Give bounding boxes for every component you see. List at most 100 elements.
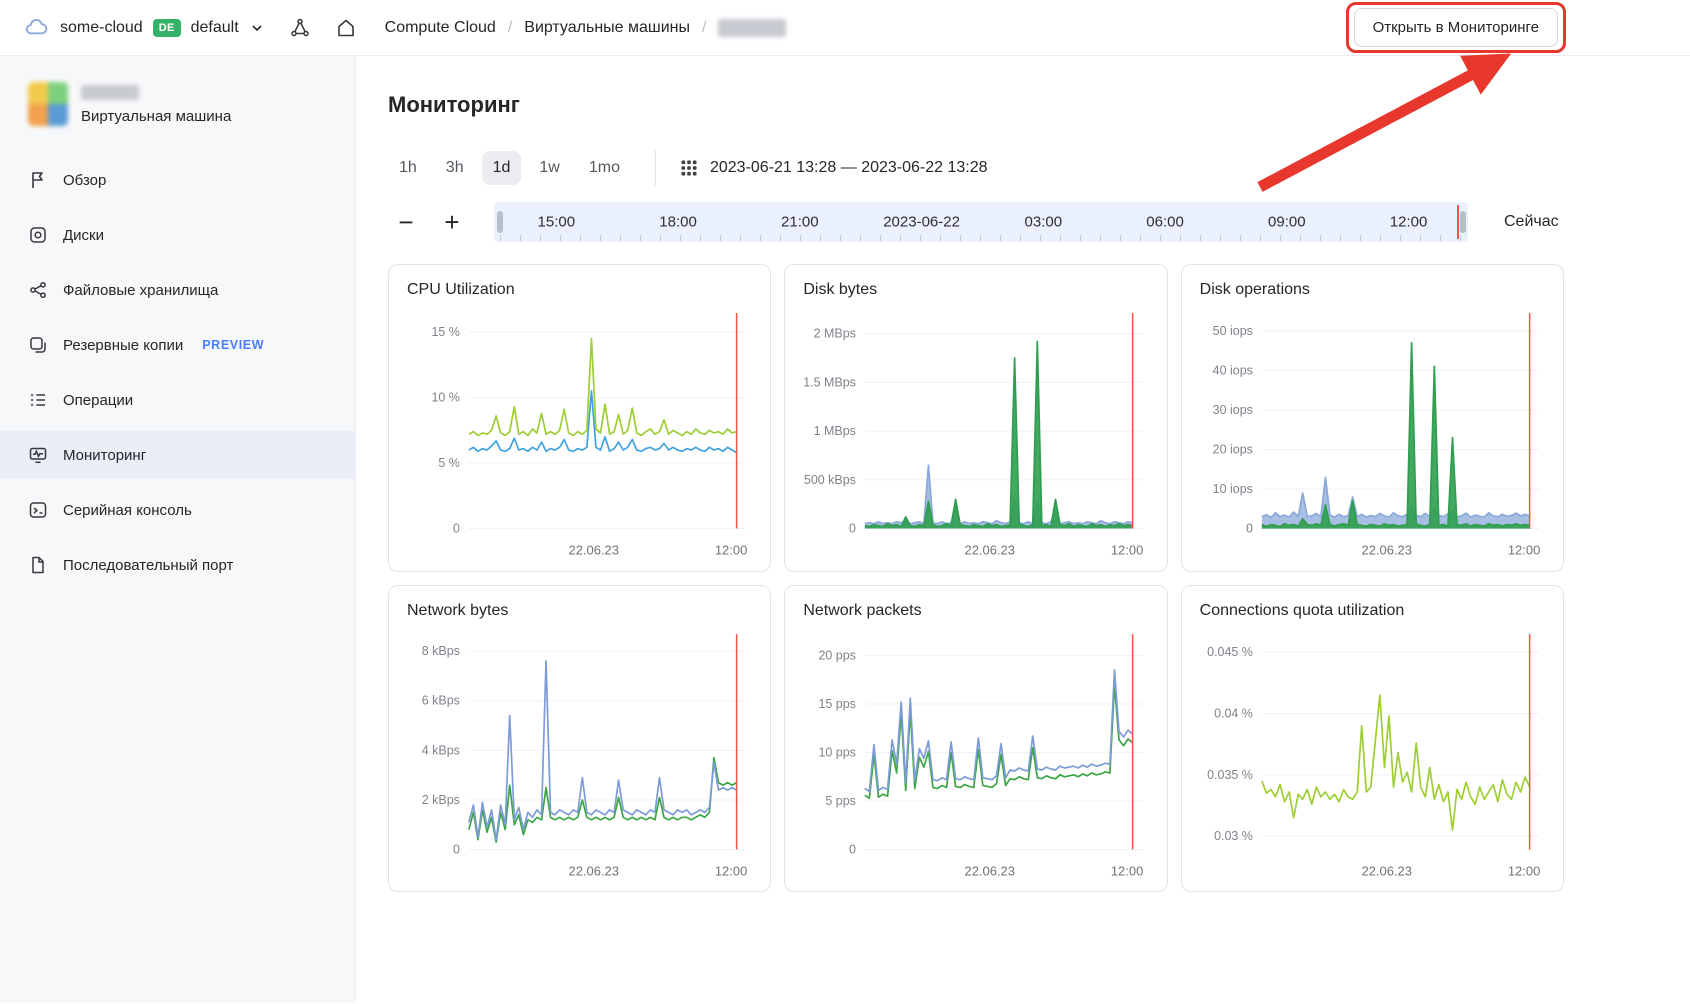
chart-card-cpu-utilization: CPU Utilization15 %10 %5 %022.06.2312:00 — [388, 264, 771, 572]
chart-title: CPU Utilization — [407, 281, 754, 299]
vm-subtitle: Виртуальная машина — [81, 108, 231, 125]
cloud-icon — [24, 15, 50, 41]
sidebar-item-overview[interactable]: Обзор — [0, 156, 355, 204]
range-tab-1mo[interactable]: 1mo — [578, 151, 631, 185]
blurred-vm-name — [81, 85, 139, 100]
svg-text:20 iops: 20 iops — [1212, 442, 1252, 456]
breadcrumb-compute-cloud[interactable]: Compute Cloud — [385, 19, 496, 37]
chart-card-disk-operations: Disk operations50 iops40 iops30 iops20 i… — [1181, 264, 1564, 572]
sidebar-item-label: Файловые хранилища — [63, 282, 218, 299]
timeline-tick-label: 2023-06-22 — [883, 214, 960, 231]
sidebar-item-label: Обзор — [63, 172, 106, 189]
env-badge: DE — [153, 19, 181, 37]
range-tab-3h[interactable]: 3h — [435, 151, 475, 185]
svg-text:5 %: 5 % — [438, 456, 460, 470]
sidebar-item-label: Мониторинг — [63, 447, 146, 464]
cloud-name[interactable]: some-cloud — [60, 19, 143, 37]
port-icon — [28, 555, 48, 575]
chart-title: Network packets — [803, 602, 1150, 620]
svg-text:30 iops: 30 iops — [1212, 403, 1252, 417]
chart-card-network-packets: Network packets20 pps15 pps10 pps5 pps02… — [784, 585, 1167, 893]
timeline-slider[interactable]: 15:0018:0021:002023-06-2203:0006:0009:00… — [494, 202, 1468, 242]
zoom-out-button[interactable]: − — [388, 204, 424, 240]
chart-plot-disk-bytes[interactable]: 2 MBps1.5 MBps1 MBps500 kBps022.06.2312:… — [801, 303, 1150, 564]
timeline-tick-label: 09:00 — [1268, 214, 1306, 231]
svg-text:8 kBps: 8 kBps — [422, 644, 460, 658]
range-tab-1h[interactable]: 1h — [388, 151, 428, 185]
svg-text:10 %: 10 % — [431, 391, 459, 405]
chart-plot-network-packets[interactable]: 20 pps15 pps10 pps5 pps022.06.2312:00 — [801, 624, 1150, 885]
range-tab-1w[interactable]: 1w — [528, 151, 570, 185]
timeline-tick-label: 21:00 — [781, 214, 819, 231]
svg-text:500 kBps: 500 kBps — [804, 473, 856, 487]
timeline-left-handle[interactable] — [497, 211, 503, 233]
svg-text:1.5 MBps: 1.5 MBps — [804, 375, 857, 389]
home-icon[interactable] — [335, 17, 357, 39]
sidebar-item-serial-port[interactable]: Последовательный порт — [0, 541, 355, 589]
svg-text:12:00: 12:00 — [1111, 543, 1143, 558]
services-icon[interactable] — [289, 17, 311, 39]
sidebar-item-label: Диски — [63, 227, 104, 244]
chevron-down-icon[interactable] — [249, 20, 265, 36]
vm-header: Виртуальная машина — [0, 82, 355, 126]
range-tabs: 1h3h1d1w1mo — [388, 151, 631, 185]
timeline-tick-label: 15:00 — [538, 214, 576, 231]
operations-icon — [28, 390, 48, 410]
sidebar-item-backups[interactable]: Резервные копииPREVIEW — [0, 321, 355, 369]
svg-text:0.03 %: 0.03 % — [1214, 829, 1253, 843]
svg-text:22.06.23: 22.06.23 — [965, 863, 1015, 878]
svg-text:22.06.23: 22.06.23 — [568, 543, 618, 558]
chart-title: Disk bytes — [803, 281, 1150, 299]
svg-text:0: 0 — [1246, 522, 1253, 536]
sidebar-item-operations[interactable]: Операции — [0, 376, 355, 424]
sidebar-item-monitoring[interactable]: Мониторинг — [0, 431, 355, 479]
svg-text:12:00: 12:00 — [1508, 543, 1540, 558]
chart-title: Connections quota utilization — [1200, 602, 1547, 620]
flag-icon — [28, 170, 48, 190]
svg-text:22.06.23: 22.06.23 — [965, 543, 1015, 558]
sidebar-item-label: Операции — [63, 392, 133, 409]
folder-name[interactable]: default — [191, 19, 239, 37]
blurred-vm-name — [718, 19, 786, 37]
storage-icon — [28, 280, 48, 300]
svg-text:50 iops: 50 iops — [1212, 324, 1252, 338]
timeline-now-label: Сейчас — [1504, 213, 1564, 231]
svg-text:0.045 %: 0.045 % — [1207, 645, 1253, 659]
page-title: Мониторинг — [388, 92, 1564, 118]
page: some-cloud DE default Compute Cloud / Ви… — [0, 0, 1690, 1004]
zoom-in-button[interactable]: + — [434, 204, 470, 240]
svg-text:12:00: 12:00 — [1111, 863, 1143, 878]
vm-avatar — [28, 82, 68, 126]
svg-text:12:00: 12:00 — [1508, 863, 1540, 878]
svg-text:2 MBps: 2 MBps — [814, 327, 856, 341]
sidebar: Виртуальная машина Обзор Диски Файловые хр… — [0, 56, 356, 1003]
disk-icon — [28, 225, 48, 245]
svg-text:15 %: 15 % — [431, 325, 459, 339]
main-content: Мониторинг 1h3h1d1w1mo 2023-06-21 13:28 … — [356, 56, 1690, 1003]
range-tab-1d[interactable]: 1d — [482, 151, 522, 185]
chart-plot-network-bytes[interactable]: 8 kBps6 kBps4 kBps2 kBps022.06.2312:00 — [405, 624, 754, 885]
date-range-value[interactable]: 2023-06-21 13:28 — 2023-06-22 13:28 — [710, 159, 988, 177]
sidebar-item-serial-console[interactable]: Серийная консоль — [0, 486, 355, 534]
svg-text:22.06.23: 22.06.23 — [568, 863, 618, 878]
open-in-monitoring-button[interactable]: Открыть в Мониторинге — [1354, 8, 1558, 47]
console-icon — [28, 500, 48, 520]
sidebar-item-label: Последовательный порт — [63, 557, 233, 574]
chart-plot-disk-operations[interactable]: 50 iops40 iops30 iops20 iops10 iops022.0… — [1198, 303, 1547, 565]
breadcrumb-virtual-machines[interactable]: Виртуальные машины — [524, 19, 690, 37]
sidebar-item-disks[interactable]: Диски — [0, 211, 355, 259]
svg-text:0: 0 — [849, 522, 856, 536]
calendar-grid-icon[interactable] — [680, 159, 698, 177]
breadcrumb-separator: / — [702, 19, 706, 37]
timeline-right-handle[interactable] — [1460, 211, 1466, 233]
chart-plot-connections-quota[interactable]: 0.045 %0.04 %0.035 %0.03 %22.06.2312:00 — [1198, 624, 1547, 886]
time-range-controls: 1h3h1d1w1mo 2023-06-21 13:28 — 2023-06-2… — [388, 150, 1564, 186]
svg-text:4 kBps: 4 kBps — [422, 743, 460, 757]
breadcrumb: Compute Cloud / Виртуальные машины / — [385, 19, 787, 37]
svg-text:0: 0 — [453, 842, 460, 856]
sidebar-item-file-storages[interactable]: Файловые хранилища — [0, 266, 355, 314]
chart-plot-cpu-utilization[interactable]: 15 %10 %5 %022.06.2312:00 — [405, 303, 754, 564]
svg-text:6 kBps: 6 kBps — [422, 693, 460, 707]
svg-text:20 pps: 20 pps — [819, 648, 856, 662]
chart-card-network-bytes: Network bytes8 kBps6 kBps4 kBps2 kBps022… — [388, 585, 771, 893]
